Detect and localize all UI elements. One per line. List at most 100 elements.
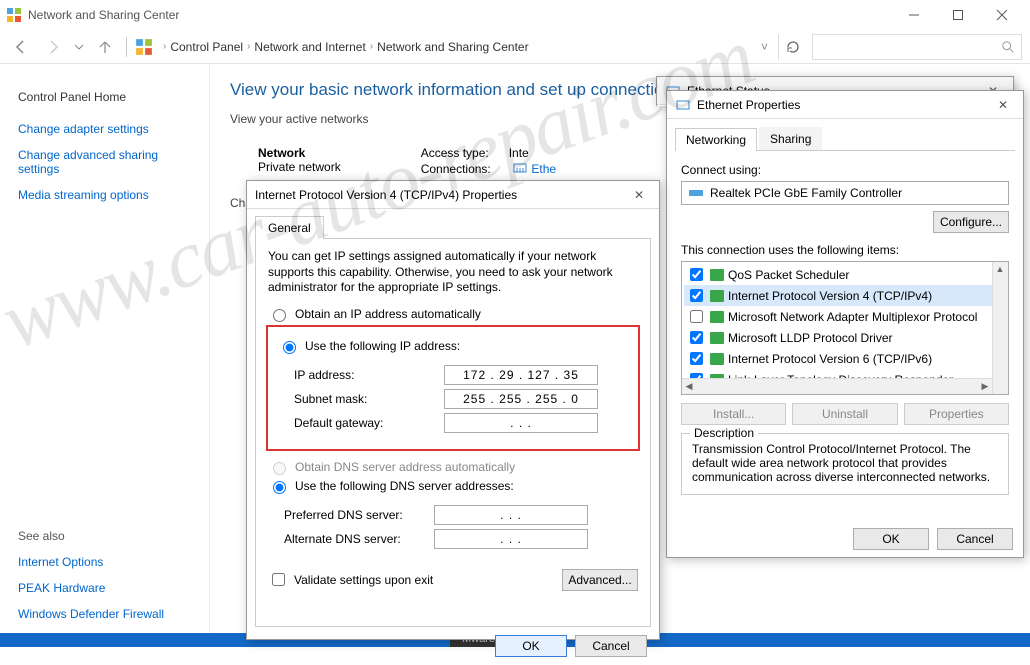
connection-link[interactable]: Ethe: [531, 162, 556, 176]
close-button[interactable]: [980, 1, 1024, 29]
alternate-dns-label: Alternate DNS server:: [284, 532, 434, 546]
protocol-icon: [710, 290, 724, 302]
protocol-icon: [710, 395, 724, 396]
item-label: Internet Protocol Version 6 (TCP/IPv6): [728, 352, 932, 366]
radio-static-ip[interactable]: [283, 341, 296, 354]
see-also-internet-options[interactable]: Internet Options: [18, 555, 191, 569]
item-checkbox[interactable]: [690, 352, 703, 365]
item-checkbox[interactable]: [690, 394, 703, 395]
item-checkbox[interactable]: [690, 310, 703, 323]
refresh-button[interactable]: [778, 34, 806, 60]
radio-auto-ip-label: Obtain an IP address automatically: [295, 307, 481, 321]
control-panel-home[interactable]: Control Panel Home: [18, 90, 191, 104]
minimize-button[interactable]: [892, 1, 936, 29]
subnet-mask-field[interactable]: 255 . 255 . 255 . 0: [444, 389, 598, 409]
connect-using-label: Connect using:: [681, 163, 1009, 177]
dialog-title: Ethernet Properties: [697, 98, 991, 112]
maximize-button[interactable]: [936, 1, 980, 29]
close-icon[interactable]: ✕: [627, 183, 651, 207]
chevron-right-icon: ›: [370, 41, 373, 52]
radio-auto-dns-label: Obtain DNS server address automatically: [295, 460, 515, 474]
network-name: Network: [258, 146, 341, 160]
breadcrumb: › Control Panel › Network and Internet ›…: [159, 40, 772, 54]
list-item[interactable]: Microsoft Network Adapter Multiplexor Pr…: [684, 306, 1006, 327]
description-label: Description: [690, 426, 758, 440]
see-also-defender-firewall[interactable]: Windows Defender Firewall: [18, 607, 191, 621]
properties-button[interactable]: Properties: [904, 403, 1009, 425]
ok-button[interactable]: OK: [853, 528, 929, 550]
forward-button[interactable]: [40, 34, 66, 60]
protocol-icon: [710, 311, 724, 323]
radio-auto-ip[interactable]: [273, 309, 286, 322]
description-group: Description Transmission Control Protoco…: [681, 433, 1009, 495]
items-label: This connection uses the following items…: [681, 243, 1009, 257]
preferred-dns-field[interactable]: . . .: [434, 505, 588, 525]
crumb-sharing-center[interactable]: Network and Sharing Center: [377, 40, 528, 54]
sidebar-item-advanced-sharing[interactable]: Change advanced sharing settings: [18, 148, 191, 176]
preferred-dns-label: Preferred DNS server:: [284, 508, 434, 522]
radio-static-dns-label: Use the following DNS server addresses:: [295, 479, 514, 493]
item-checkbox[interactable]: [690, 268, 703, 281]
item-checkbox[interactable]: [690, 331, 703, 344]
protocol-icon: [710, 332, 724, 344]
ip-address-field[interactable]: 172 . 29 . 127 . 35: [444, 365, 598, 385]
location-icon: [135, 38, 153, 56]
ipv4-description: You can get IP settings assigned automat…: [268, 249, 638, 296]
dialog-title: Internet Protocol Version 4 (TCP/IPv4) P…: [255, 188, 627, 202]
sidebar-item-media-streaming[interactable]: Media streaming options: [18, 188, 191, 202]
breadcrumb-dropdown[interactable]: ˅: [761, 40, 768, 54]
sidebar-item-adapter-settings[interactable]: Change adapter settings: [18, 122, 191, 136]
see-also-peak-hardware[interactable]: PEAK Hardware: [18, 581, 191, 595]
validate-checkbox[interactable]: [272, 573, 285, 586]
list-item[interactable]: Internet Protocol Version 4 (TCP/IPv4): [684, 285, 1006, 306]
scrollbar-horizontal[interactable]: ◀▶: [682, 378, 992, 394]
list-item[interactable]: Microsoft LLDP Protocol Driver: [684, 327, 1006, 348]
chevron-right-icon: ›: [163, 41, 166, 52]
gateway-label: Default gateway:: [294, 416, 444, 430]
access-type-label: Access type:: [421, 146, 509, 160]
radio-auto-dns: [273, 462, 286, 475]
protocol-icon: [710, 269, 724, 281]
crumb-control-panel[interactable]: Control Panel: [170, 40, 243, 54]
up-button[interactable]: [92, 34, 118, 60]
search-icon: [1001, 40, 1015, 54]
cancel-button[interactable]: Cancel: [937, 528, 1013, 550]
window-title: Network and Sharing Center: [28, 8, 892, 22]
tab-sharing[interactable]: Sharing: [759, 127, 822, 150]
tabs: Networking Sharing: [675, 127, 1015, 151]
connection-items-list[interactable]: QoS Packet SchedulerInternet Protocol Ve…: [681, 261, 1009, 395]
uninstall-button[interactable]: Uninstall: [792, 403, 897, 425]
tab-networking[interactable]: Networking: [675, 128, 757, 151]
item-checkbox[interactable]: [690, 289, 703, 302]
app-icon: [6, 7, 22, 23]
highlighted-ip-section: Use the following IP address: IP address…: [266, 325, 640, 451]
chevron-right-icon: ›: [247, 41, 250, 52]
list-item[interactable]: QoS Packet Scheduler: [684, 264, 1006, 285]
tab-general[interactable]: General: [255, 216, 324, 239]
radio-static-dns[interactable]: [273, 481, 286, 494]
ok-button[interactable]: OK: [495, 635, 567, 657]
close-icon[interactable]: ✕: [991, 93, 1015, 117]
subnet-mask-label: Subnet mask:: [294, 392, 444, 406]
ip-address-label: IP address:: [294, 368, 444, 382]
cancel-button[interactable]: Cancel: [575, 635, 647, 657]
crumb-network-internet[interactable]: Network and Internet: [254, 40, 365, 54]
install-button[interactable]: Install...: [681, 403, 786, 425]
alternate-dns-field[interactable]: . . .: [434, 529, 588, 549]
configure-button[interactable]: Configure...: [933, 211, 1009, 233]
adapter-icon: [688, 185, 704, 201]
network-type: Private network: [258, 160, 341, 174]
item-label: Microsoft LLDP Protocol Driver: [728, 331, 893, 345]
recent-dropdown[interactable]: [72, 34, 86, 60]
ethernet-properties-dialog: Ethernet Properties ✕ Networking Sharing…: [666, 90, 1024, 558]
validate-checkbox-label[interactable]: Validate settings upon exit: [268, 570, 433, 589]
list-item[interactable]: Internet Protocol Version 6 (TCP/IPv6): [684, 348, 1006, 369]
search-input[interactable]: [812, 34, 1022, 60]
advanced-button[interactable]: Advanced...: [562, 569, 638, 591]
scrollbar-vertical[interactable]: ▲: [992, 262, 1008, 394]
back-button[interactable]: [8, 34, 34, 60]
gateway-field[interactable]: . . .: [444, 413, 598, 433]
sidebar: Control Panel Home Change adapter settin…: [0, 64, 210, 647]
navigation-bar: › Control Panel › Network and Internet ›…: [0, 30, 1030, 64]
ethernet-icon: [675, 97, 691, 113]
